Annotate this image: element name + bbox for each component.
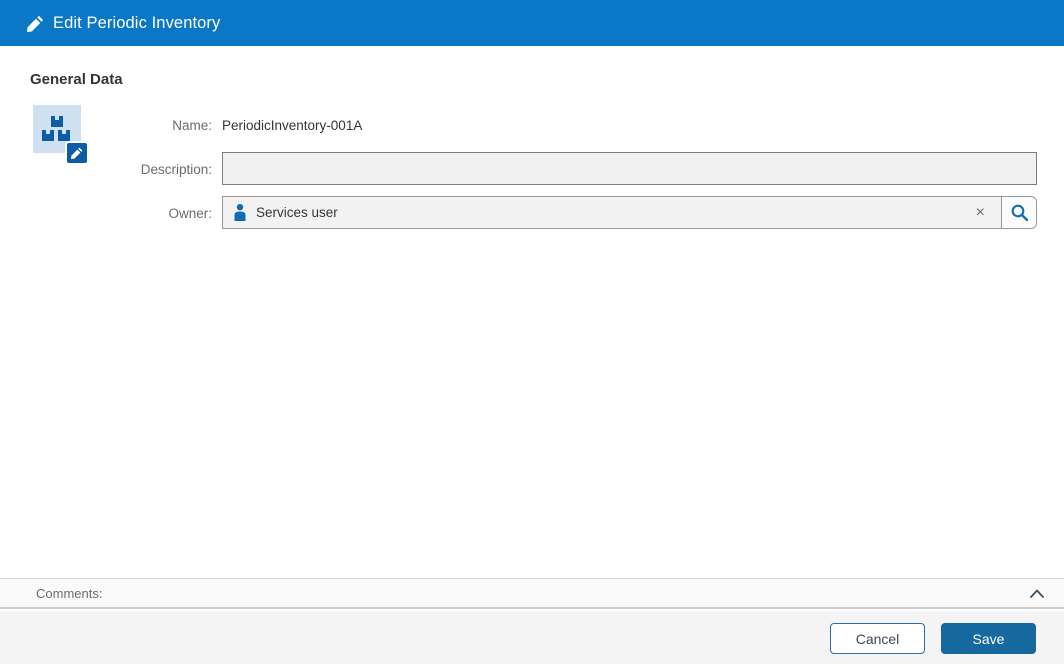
save-button[interactable]: Save (941, 623, 1036, 654)
name-label: Name: (172, 118, 212, 133)
comments-bar[interactable]: Comments: (0, 578, 1064, 609)
comments-label: Comments: (36, 585, 103, 601)
owner-value: Services user (256, 205, 338, 220)
description-input[interactable] (222, 152, 1037, 185)
magnifier-icon (1011, 204, 1028, 221)
pencil-icon (27, 15, 44, 32)
edit-periodic-inventory-dialog: Edit Periodic Inventory General Data Nam… (0, 0, 1064, 664)
owner-search-button[interactable] (1002, 197, 1036, 228)
section-title: General Data (30, 71, 123, 88)
owner-value-area[interactable]: Services user × (223, 197, 1002, 228)
dialog-footer: Cancel Save (0, 611, 1064, 664)
cancel-button[interactable]: Cancel (830, 623, 925, 654)
owner-label: Owner: (168, 206, 212, 221)
dialog-header: Edit Periodic Inventory (0, 0, 1064, 46)
person-icon (234, 204, 246, 221)
collapse-comments-button[interactable] (1028, 587, 1046, 600)
clear-owner-icon[interactable]: × (970, 203, 991, 223)
dialog-title: Edit Periodic Inventory (53, 13, 221, 32)
name-value: PeriodicInventory-001A (222, 118, 363, 133)
owner-field[interactable]: Services user × (222, 196, 1037, 229)
edit-pencil-icon (71, 147, 83, 159)
description-label: Description: (140, 162, 212, 177)
chevron-up-icon (1030, 589, 1044, 598)
